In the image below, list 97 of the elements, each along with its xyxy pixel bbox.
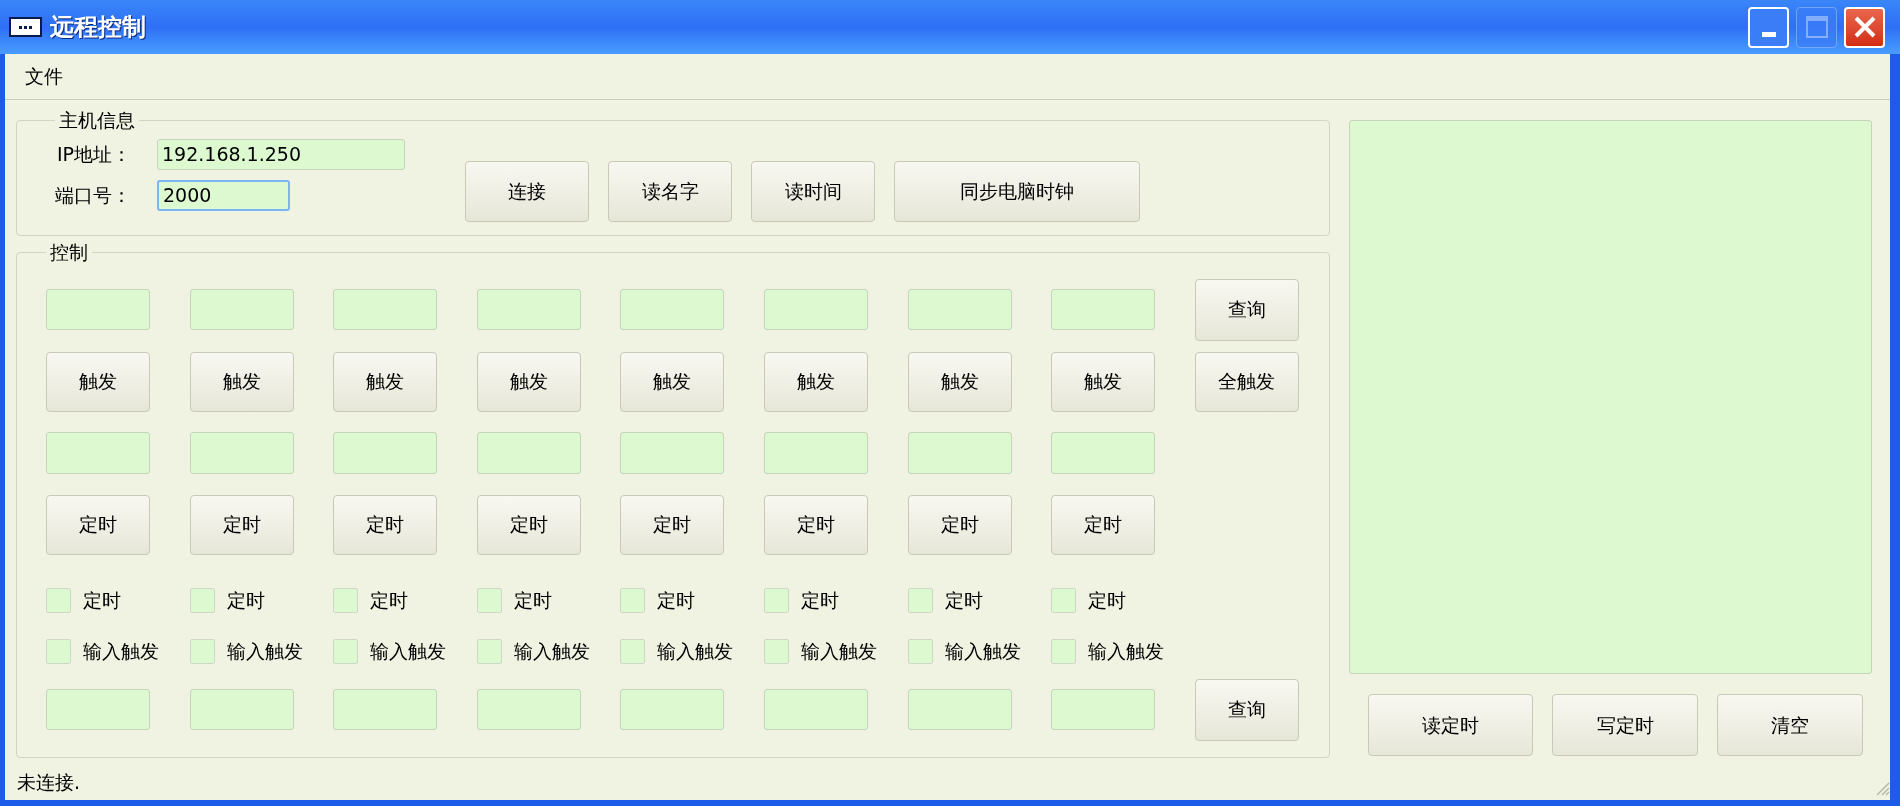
checkbox-label: 输入触发	[944, 639, 1021, 665]
push-button[interactable]: 触发	[476, 351, 581, 412]
checkbox[interactable]	[763, 639, 789, 664]
push-button[interactable]: 定时	[476, 494, 581, 555]
push-button[interactable]: 连接	[465, 160, 589, 222]
input-field[interactable]	[1051, 289, 1156, 330]
maximize-button[interactable]	[1796, 6, 1837, 48]
checkbox[interactable]	[907, 639, 933, 664]
input-field[interactable]	[1051, 431, 1156, 474]
checkbox[interactable]	[907, 588, 933, 613]
app-icon	[9, 17, 42, 37]
checkbox[interactable]	[476, 639, 502, 664]
checkbox-label: 输入触发	[83, 639, 159, 665]
checkbox[interactable]	[1051, 639, 1077, 664]
input-field[interactable]	[46, 431, 150, 474]
group-title: 控制	[49, 240, 89, 265]
push-button[interactable]: 定时	[46, 494, 150, 555]
input-field[interactable]	[907, 689, 1012, 730]
push-button[interactable]: 全触发	[1194, 351, 1299, 412]
push-button[interactable]: 定时	[907, 494, 1012, 555]
input-field[interactable]: 192.168.1.250	[157, 138, 405, 170]
checkbox-label: 定时	[657, 588, 696, 614]
checkbox-label: 定时	[1088, 588, 1127, 614]
input-field[interactable]	[1051, 689, 1156, 730]
checkbox[interactable]	[620, 639, 646, 664]
push-button[interactable]: 触发	[1051, 351, 1156, 412]
output-area[interactable]	[1349, 120, 1872, 674]
input-field[interactable]	[476, 689, 581, 730]
push-button[interactable]: 触发	[189, 351, 294, 412]
input-field[interactable]	[620, 289, 725, 330]
close-button[interactable]	[1844, 6, 1885, 48]
input-field[interactable]	[189, 689, 294, 730]
resize-grip-icon	[1874, 780, 1890, 796]
checkbox-label: 定时	[83, 588, 121, 614]
input-field[interactable]	[333, 689, 438, 730]
input-field[interactable]	[333, 289, 438, 330]
checkbox[interactable]	[333, 588, 359, 613]
input-field[interactable]	[189, 289, 294, 330]
push-button[interactable]: 定时	[189, 494, 294, 555]
input-field[interactable]	[763, 289, 868, 330]
input-field[interactable]	[189, 431, 294, 474]
push-button[interactable]: 查询	[1194, 278, 1299, 341]
push-button[interactable]: 触发	[46, 351, 150, 412]
checkbox-label: 定时	[513, 588, 552, 614]
push-button[interactable]: 定时	[333, 494, 438, 555]
push-button[interactable]: 定时	[620, 494, 725, 555]
push-button[interactable]: 触发	[333, 351, 438, 412]
push-button[interactable]: 触发	[907, 351, 1012, 412]
checkbox[interactable]	[189, 588, 215, 613]
status-text: 未连接.	[17, 769, 81, 795]
checkbox-label: 输入触发	[800, 639, 877, 665]
push-button[interactable]: 定时	[763, 494, 868, 555]
checkbox-label: 输入触发	[226, 639, 303, 665]
input-field[interactable]	[620, 689, 725, 730]
push-button[interactable]: 写定时	[1552, 694, 1698, 756]
input-field[interactable]	[46, 289, 150, 330]
input-field[interactable]	[620, 431, 725, 474]
input-field[interactable]	[763, 689, 868, 730]
input-field[interactable]	[763, 431, 868, 474]
input-field[interactable]	[907, 431, 1012, 474]
checkbox[interactable]	[46, 639, 71, 664]
input-field[interactable]	[907, 289, 1012, 330]
menu-item[interactable]: 文件	[25, 62, 63, 91]
input-field[interactable]	[476, 431, 581, 474]
checkbox[interactable]	[620, 588, 646, 613]
checkbox[interactable]	[476, 588, 502, 613]
push-button[interactable]: 触发	[620, 351, 725, 412]
group-title: 主机信息	[58, 108, 136, 133]
window-title: 远程控制	[50, 12, 146, 43]
push-button[interactable]: 清空	[1717, 694, 1863, 756]
checkbox-label: 定时	[370, 588, 409, 614]
push-button[interactable]: 同步电脑时钟	[894, 160, 1140, 222]
input-field[interactable]	[476, 289, 581, 330]
checkbox-label: 输入触发	[1088, 639, 1165, 665]
input-field[interactable]	[46, 689, 150, 730]
push-button[interactable]: 定时	[1051, 494, 1156, 555]
checkbox-label: 定时	[944, 588, 983, 614]
checkbox-label: 输入触发	[370, 639, 447, 665]
checkbox-label: 输入触发	[513, 639, 590, 665]
checkbox-label: 输入触发	[657, 639, 734, 665]
push-button[interactable]: 读时间	[751, 160, 875, 222]
field-label: 端口号：	[55, 182, 131, 208]
input-field[interactable]	[333, 431, 438, 474]
checkbox[interactable]	[46, 588, 71, 613]
push-button[interactable]: 读名字	[608, 160, 732, 222]
input-field[interactable]: 2000	[157, 179, 290, 211]
checkbox[interactable]	[1051, 588, 1077, 613]
minimize-button[interactable]	[1748, 6, 1789, 48]
checkbox[interactable]	[189, 639, 215, 664]
checkbox-label: 定时	[800, 588, 839, 614]
checkbox-label: 定时	[226, 588, 265, 614]
push-button[interactable]: 触发	[763, 351, 868, 412]
push-button[interactable]: 查询	[1194, 678, 1299, 741]
checkbox[interactable]	[763, 588, 789, 613]
push-button[interactable]: 读定时	[1368, 694, 1533, 756]
field-label: IP地址：	[56, 141, 131, 167]
checkbox[interactable]	[333, 639, 359, 664]
